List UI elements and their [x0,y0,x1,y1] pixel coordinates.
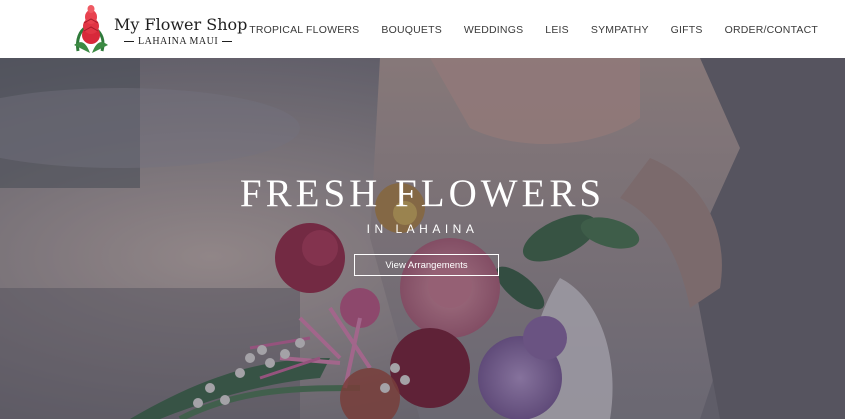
nav-sympathy[interactable]: SYMPATHY [591,24,649,36]
divider [222,40,233,42]
site-header: My Flower Shop LAHAINA MAUI TROPICAL FLO… [0,0,845,58]
main-nav: TROPICAL FLOWERS BOUQUETS WEDDINGS LEIS … [249,24,818,36]
logo-subtitle-text: LAHAINA MAUI [138,35,219,47]
nav-tropical-flowers[interactable]: TROPICAL FLOWERS [249,24,359,36]
nav-leis[interactable]: LEIS [545,24,569,36]
hero-overlay [0,58,845,419]
logo[interactable]: My Flower Shop LAHAINA MAUI [72,5,247,55]
nav-bouquets[interactable]: BOUQUETS [381,24,442,36]
logo-subtitle: LAHAINA MAUI [124,35,234,47]
nav-weddings[interactable]: WEDDINGS [464,24,523,36]
hero-section: FRESH FLOWERS IN LAHAINA View Arrangemen… [0,58,845,419]
nav-gifts[interactable]: GIFTS [671,24,703,36]
logo-title: My Flower Shop [114,15,248,34]
nav-order-contact[interactable]: ORDER/CONTACT [725,24,818,36]
red-ginger-flower-icon [74,5,108,53]
divider [124,40,134,42]
hero-subtitle: IN LAHAINA [366,222,479,236]
view-arrangements-button[interactable]: View Arrangements [354,254,499,276]
hero-title: FRESH FLOWERS [239,172,606,215]
